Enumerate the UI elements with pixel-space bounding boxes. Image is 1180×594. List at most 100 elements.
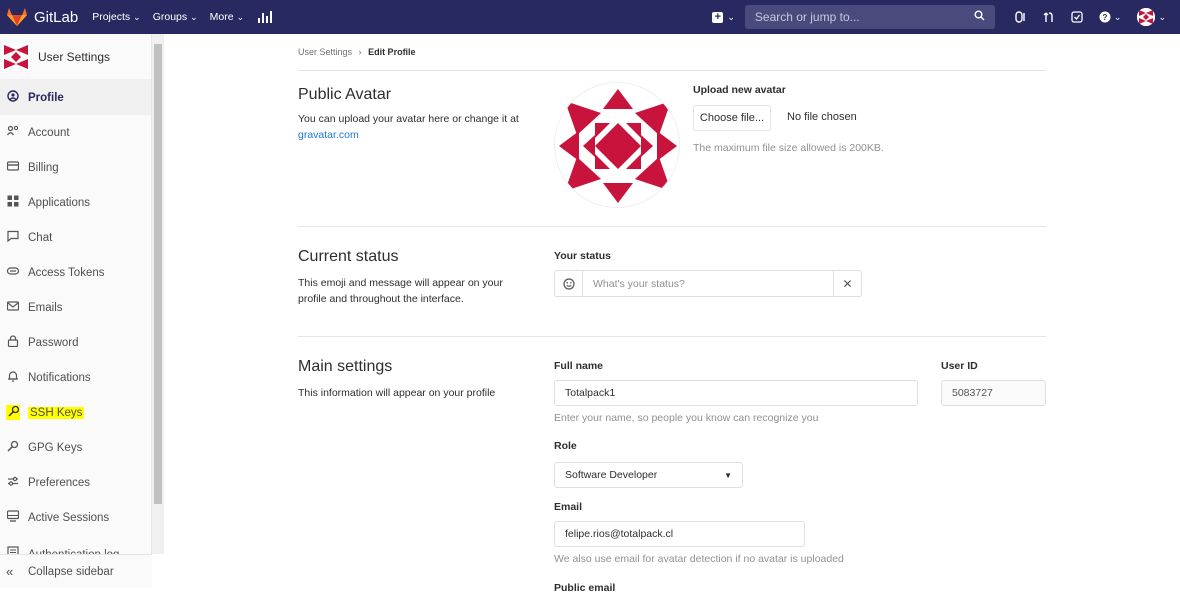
plus-icon: +: [712, 11, 724, 23]
chevron-down-icon: ⌄: [1158, 11, 1166, 22]
smiley-icon: [562, 277, 575, 290]
main-content: User Settings › Edit Profile Public Avat…: [164, 34, 1180, 594]
nav-groups-label: Groups: [152, 11, 188, 23]
sidebar-item-password[interactable]: Password: [0, 325, 151, 360]
gravatar-link[interactable]: gravatar.com: [298, 129, 359, 141]
breadcrumb-parent[interactable]: User Settings: [298, 47, 352, 57]
issues-icon[interactable]: [1015, 11, 1027, 23]
sidebar-item-label: Chat: [28, 231, 53, 244]
sidebar-item-label: Active Sessions: [28, 511, 110, 524]
search-placeholder: Search or jump to...: [754, 10, 860, 24]
chevron-down-icon: ⌄: [236, 11, 245, 22]
double-chevron-left-icon: «: [6, 564, 14, 579]
status-section-title: Current status: [298, 248, 399, 265]
sidebar-item-label: Applications: [28, 196, 91, 209]
sidebar-item-applications[interactable]: Applications: [0, 185, 151, 220]
key-icon: [6, 440, 20, 455]
divider: [298, 336, 1046, 337]
preferences-icon: [6, 475, 20, 490]
profile-icon: [6, 90, 20, 105]
help-icon[interactable]: ? ⌄: [1099, 11, 1122, 23]
full-name-label: Full name: [554, 360, 604, 372]
chat-icon: [6, 230, 20, 245]
role-select[interactable]: Software Developer ▼: [554, 462, 743, 488]
sidebar-title: User Settings: [38, 49, 111, 64]
scrollbar-thumb[interactable]: [154, 44, 162, 504]
divider: [298, 226, 1046, 227]
avatar-size-hint: The maximum file size allowed is 200KB.: [693, 142, 884, 154]
sidebar-item-label: Password: [28, 336, 79, 349]
nav-more[interactable]: More ⌄: [210, 11, 244, 23]
token-icon: [6, 265, 20, 280]
nav-more-label: More: [209, 11, 234, 23]
avatar-preview: [554, 82, 680, 208]
chevron-down-icon: ⌄: [133, 11, 141, 22]
no-file-chosen-text: No file chosen: [787, 111, 857, 123]
breadcrumb-current: Edit Profile: [368, 47, 416, 57]
user-menu[interactable]: ⌄: [1137, 8, 1166, 26]
activity-chart-icon[interactable]: [258, 11, 273, 23]
divider: [298, 70, 1046, 71]
upload-avatar-label: Upload new avatar: [693, 84, 786, 96]
search-icon: [974, 10, 985, 24]
collapse-sidebar-button[interactable]: « Collapse sidebar: [0, 554, 152, 588]
clear-status-button[interactable]: ✕: [833, 271, 861, 296]
breadcrumb-separator: ›: [358, 47, 362, 57]
your-status-label: Your status: [554, 250, 611, 262]
avatar-section-desc: You can upload your avatar here or chang…: [298, 111, 543, 143]
sidebar-item-label: Preferences: [28, 476, 91, 489]
user-avatar-icon: [2, 42, 30, 71]
sidebar-item-profile[interactable]: Profile: [0, 80, 151, 115]
email-label: Email: [554, 501, 583, 513]
settings-sidebar: User Settings Profile Account Billing Ap…: [0, 34, 152, 588]
svg-text:?: ?: [1102, 13, 1107, 22]
email-icon: [6, 300, 20, 315]
sidebar-item-label: Access Tokens: [28, 266, 105, 279]
nav-groups[interactable]: Groups ⌄: [153, 11, 198, 23]
nav-projects[interactable]: Projects ⌄: [92, 11, 140, 23]
search-input[interactable]: Search or jump to...: [744, 5, 995, 29]
new-dropdown-button[interactable]: + ⌄: [712, 11, 735, 23]
sidebar-item-access-tokens[interactable]: Access Tokens: [0, 255, 151, 290]
status-message-input[interactable]: What's your status?: [583, 278, 833, 290]
sidebar-item-label: Emails: [28, 301, 63, 314]
account-icon: [6, 125, 20, 140]
full-name-field[interactable]: Totalpack1: [554, 380, 918, 406]
chevron-down-icon: ⌄: [1113, 11, 1122, 22]
sidebar-item-preferences[interactable]: Preferences: [0, 465, 151, 500]
public-email-label: Public email: [554, 582, 616, 594]
status-input-group: What's your status? ✕: [554, 270, 862, 297]
role-selected-value: Software Developer: [565, 469, 658, 481]
role-label: Role: [554, 440, 577, 452]
sidebar-item-active-sessions[interactable]: Active Sessions: [0, 500, 151, 535]
merge-request-icon[interactable]: [1043, 11, 1055, 23]
sidebar-item-label: Billing: [28, 161, 59, 174]
full-name-hint: Enter your name, so people you know can …: [554, 412, 819, 424]
bell-icon: [6, 370, 20, 385]
billing-icon: [6, 160, 20, 175]
breadcrumb: User Settings › Edit Profile: [298, 47, 416, 57]
emoji-picker-button[interactable]: [555, 271, 583, 296]
avatar-section-title: Public Avatar: [298, 86, 392, 103]
gitlab-logo[interactable]: GitLab: [6, 7, 92, 27]
main-settings-desc: This information will appear on your pro…: [298, 387, 496, 399]
sidebar-item-account[interactable]: Account: [0, 115, 151, 150]
sidebar-item-gpg-keys[interactable]: GPG Keys: [0, 430, 151, 465]
sidebar-item-emails[interactable]: Emails: [0, 290, 151, 325]
user-avatar-icon: [1137, 8, 1156, 26]
sidebar-header[interactable]: User Settings: [0, 34, 151, 80]
email-field[interactable]: felipe.rios@totalpack.cl: [554, 521, 805, 547]
sidebar-item-notifications[interactable]: Notifications: [0, 360, 151, 395]
chevron-down-icon: ⌄: [190, 11, 198, 22]
todos-icon[interactable]: [1071, 11, 1083, 23]
brand-name: GitLab: [34, 8, 79, 26]
sidebar-item-billing[interactable]: Billing: [0, 150, 151, 185]
applications-icon: [6, 195, 20, 210]
user-id-label: User ID: [941, 360, 978, 372]
sidebar-item-label: Account: [28, 126, 70, 139]
sidebar-item-ssh-keys[interactable]: SSH Keys: [0, 395, 151, 430]
nav-projects-label: Projects: [92, 11, 131, 23]
choose-file-button[interactable]: Choose file...: [693, 105, 771, 131]
sidebar-scrollbar[interactable]: [152, 34, 164, 554]
sidebar-item-chat[interactable]: Chat: [0, 220, 151, 255]
